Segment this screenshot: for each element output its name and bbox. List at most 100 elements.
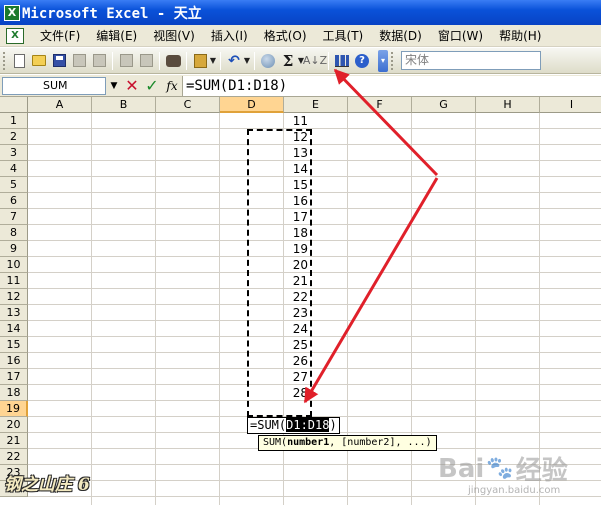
column-header-f[interactable]: F <box>348 97 412 113</box>
column-header-d[interactable]: D <box>220 97 284 113</box>
menu-view[interactable]: 视图(V) <box>145 26 203 46</box>
formula-input[interactable]: =SUM(D1:D18) <box>182 75 601 96</box>
formula-prefix: =SUM( <box>250 418 287 432</box>
clipboard-icon <box>193 53 207 68</box>
toolbar-separator <box>112 51 113 70</box>
row-header-22[interactable]: 22 <box>0 449 28 465</box>
menu-data[interactable]: 数据(D) <box>371 26 430 46</box>
row-header-17[interactable]: 17 <box>0 369 28 385</box>
chart-wizard-button[interactable] <box>333 52 351 70</box>
printer-icon <box>119 54 133 67</box>
excel-app-icon[interactable]: X <box>4 4 20 21</box>
column-header-h[interactable]: H <box>476 97 540 113</box>
print-preview-button[interactable] <box>137 52 155 70</box>
sort-button[interactable]: A↓Z <box>303 52 327 70</box>
name-box-dropdown-icon[interactable]: ▼ <box>106 76 122 95</box>
select-all-corner[interactable] <box>0 97 28 113</box>
menu-file[interactable]: 文件(F) <box>32 26 88 46</box>
toolbar-separator <box>159 51 160 70</box>
hyperlink-button[interactable] <box>259 52 277 70</box>
new-document-icon <box>13 53 25 68</box>
row-header-7[interactable]: 7 <box>0 209 28 225</box>
row-header-1[interactable]: 1 <box>0 113 28 129</box>
toolbar-grip[interactable] <box>3 51 6 70</box>
save-button[interactable] <box>50 52 68 70</box>
open-button[interactable] <box>30 52 48 70</box>
enter-check-icon[interactable]: ✓ <box>142 76 162 95</box>
brand-url: jingyan.baidu.com <box>468 485 561 496</box>
column-header-g[interactable]: G <box>412 97 476 113</box>
help-button[interactable]: ? <box>353 52 371 70</box>
autosum-button[interactable]: Σ <box>279 52 297 70</box>
row-header-4[interactable]: 4 <box>0 161 28 177</box>
tooltip-args-rest: , [number2], ...) <box>329 437 432 448</box>
column-header-b[interactable]: B <box>92 97 156 113</box>
sigma-icon: Σ <box>282 51 294 70</box>
paste-dropdown-icon[interactable]: ▼ <box>209 56 217 65</box>
toolbar-separator <box>186 51 187 70</box>
column-header-a[interactable]: A <box>28 97 92 113</box>
research-button[interactable] <box>164 52 182 70</box>
row-header-8[interactable]: 8 <box>0 225 28 241</box>
toolbar-options-icon[interactable]: ▾ <box>378 49 388 72</box>
menu-format[interactable]: 格式(O) <box>256 26 315 46</box>
print-button[interactable] <box>117 52 135 70</box>
row-header-12[interactable]: 12 <box>0 289 28 305</box>
globe-link-icon <box>261 53 275 68</box>
row-header-16[interactable]: 16 <box>0 353 28 369</box>
binoculars-icon <box>165 54 181 67</box>
row-header-9[interactable]: 9 <box>0 241 28 257</box>
font-name-box[interactable]: 宋体 <box>401 51 541 70</box>
row-header-20[interactable]: 20 <box>0 417 28 433</box>
undo-button[interactable]: ↶ <box>225 52 243 70</box>
row-header-6[interactable]: 6 <box>0 193 28 209</box>
cell-d1[interactable]: 11 <box>248 113 310 129</box>
standard-toolbar: ▼ ↶ ▼ Σ ▼ A↓Z ? ▾ 宋体 <box>0 48 601 74</box>
insert-function-icon[interactable]: fx <box>162 79 182 93</box>
row-header-21[interactable]: 21 <box>0 433 28 449</box>
email-button[interactable] <box>90 52 108 70</box>
new-button[interactable] <box>10 52 28 70</box>
cell-area[interactable]: 11 12 13 14 15 16 17 18 19 20 21 22 23 24 25 26 27 28 =SU… <box>28 113 601 505</box>
author-watermark: 钢之山庄 6 <box>4 475 90 495</box>
menu-tools[interactable]: 工具(T) <box>315 26 372 46</box>
column-header-e[interactable]: E <box>284 97 348 113</box>
worksheet-grid: ABCDEFGHI 1 2 3 4 5 6 7 8 9 10 11 12 13 14 15 16 17 18 19 2… <box>0 97 601 505</box>
row-header-2[interactable]: 2 <box>0 129 28 145</box>
function-tooltip: SUM(number1, [number2], ...) <box>258 435 437 451</box>
workbook-icon[interactable]: X <box>6 27 24 44</box>
formula-suffix: ) <box>329 418 337 432</box>
menu-help[interactable]: 帮助(H) <box>491 26 549 46</box>
menu-bar: X 文件(F) 编辑(E) 视图(V) 插入(I) 格式(O) 工具(T) 数据… <box>0 25 601 47</box>
copy-marquee-range <box>247 129 312 417</box>
cancel-icon[interactable]: ✕ <box>122 76 142 95</box>
row-header-3[interactable]: 3 <box>0 145 28 161</box>
active-cell-editor[interactable]: =SUM(D1:D18) <box>247 417 340 434</box>
row-header-14[interactable]: 14 <box>0 321 28 337</box>
save-disk-icon <box>52 54 66 67</box>
undo-dropdown-icon[interactable]: ▼ <box>243 56 251 65</box>
row-header-11[interactable]: 11 <box>0 273 28 289</box>
open-folder-icon <box>32 55 46 66</box>
row-header-15[interactable]: 15 <box>0 337 28 353</box>
column-header-c[interactable]: C <box>156 97 220 113</box>
menu-edit[interactable]: 编辑(E) <box>88 26 145 46</box>
row-header-18[interactable]: 18 <box>0 385 28 401</box>
toolbar-grip[interactable] <box>391 51 394 70</box>
chart-icon <box>335 54 349 67</box>
menu-window[interactable]: 窗口(W) <box>430 26 491 46</box>
permission-button[interactable] <box>70 52 88 70</box>
row-header-19[interactable]: 19 <box>0 401 28 417</box>
paw-icon: 🐾 <box>486 456 514 481</box>
menu-insert[interactable]: 插入(I) <box>203 26 256 46</box>
brand-text-b: 经验 <box>515 456 568 486</box>
row-header-10[interactable]: 10 <box>0 257 28 273</box>
row-header-5[interactable]: 5 <box>0 177 28 193</box>
paste-button[interactable] <box>191 52 209 70</box>
row-header-13[interactable]: 13 <box>0 305 28 321</box>
print-preview-icon <box>139 54 153 67</box>
name-box[interactable]: SUM <box>2 76 106 95</box>
formula-selected-range: D1:D18 <box>286 418 330 432</box>
column-header-i[interactable]: I <box>540 97 601 113</box>
tooltip-arg-current: number1 <box>287 437 330 448</box>
